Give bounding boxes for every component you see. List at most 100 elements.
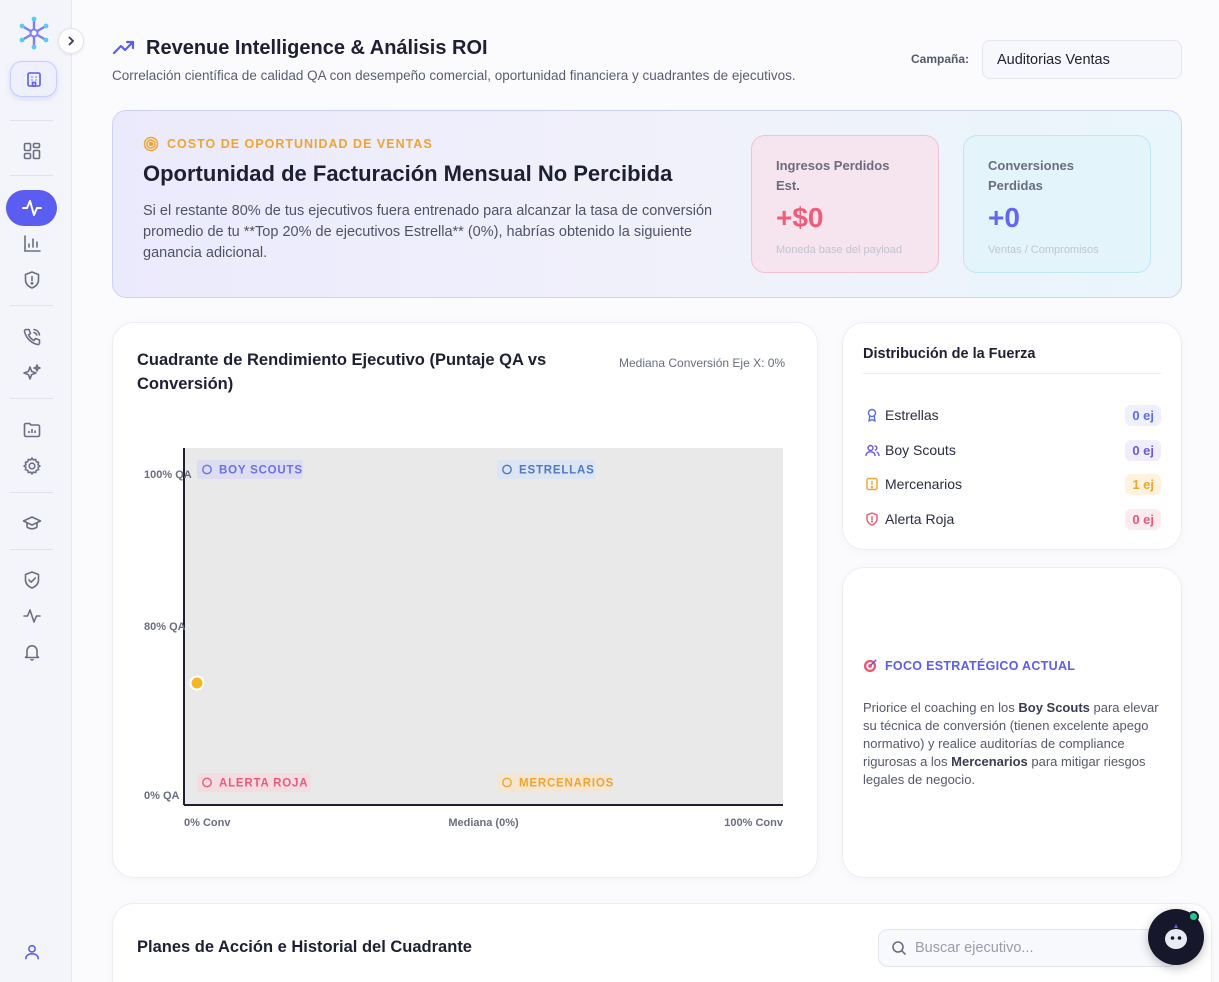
bar-chart-icon: [24, 235, 41, 252]
gear-icon: [23, 457, 41, 475]
focus-kicker-text: FOCO ESTRATÉGICO ACTUAL: [885, 658, 1076, 673]
online-status-dot: [1188, 911, 1199, 922]
distribution-row-mercenarios: Mercenarios 1 ej: [863, 472, 1161, 496]
quadrant-label: MERCENARIOS: [519, 778, 614, 790]
award-icon: [863, 406, 881, 424]
banner-text: Si el restante 80% de tus ejecutivos fue…: [143, 203, 713, 261]
distribution-card: Distribución de la Fuerza Estrellas 0 ej…: [842, 322, 1182, 550]
kpi-label: Conversiones Perdidas: [988, 158, 1074, 193]
distribution-row-alerta-roja: Alerta Roja 0 ej: [863, 507, 1161, 531]
plot-area: [184, 448, 783, 805]
distribution-title: Distribución de la Fuerza: [863, 346, 1036, 362]
building-icon: [26, 72, 41, 87]
banner-kicker: COSTO DE OPORTUNIDAD DE VENTAS: [143, 136, 433, 152]
page-header: Revenue Intelligence & Análisis ROI: [112, 36, 488, 60]
folder-chart-icon: [23, 422, 41, 438]
sidebar-divider: [10, 175, 53, 176]
sidebar-divider: [10, 305, 53, 306]
sidebar-item-folders[interactable]: [20, 418, 44, 442]
pulse-icon: [23, 609, 41, 623]
kpi-note: Ventas / Compromisos: [988, 244, 1099, 256]
sidebar-item-home[interactable]: [10, 61, 57, 97]
bell-icon: [24, 645, 40, 661]
activity-icon: [21, 200, 42, 216]
alert-icon: [863, 475, 881, 493]
page-title: Revenue Intelligence & Análisis ROI: [146, 36, 488, 59]
sidebar-item-training[interactable]: [20, 511, 44, 535]
sidebar-expand-button[interactable]: [58, 28, 84, 54]
campaign-select[interactable]: Auditorias Ventas: [982, 40, 1182, 79]
divider: [863, 373, 1161, 374]
trending-up-icon: [112, 40, 135, 55]
distribution-label: Estrellas: [885, 407, 939, 423]
sidebar-item-quality[interactable]: [20, 568, 44, 592]
distribution-label: Mercenarios: [885, 476, 963, 492]
count-badge: 1 ej: [1125, 473, 1161, 495]
x-tick-label: Mediana (0%): [448, 817, 519, 829]
search-input[interactable]: [915, 940, 1155, 956]
distribution-label: Alerta Roja: [885, 511, 955, 527]
target-icon: [143, 136, 159, 152]
kpi-lost-conversions: Conversiones Perdidas +0 Ventas / Compro…: [963, 135, 1151, 273]
campaign-label: Campaña:: [911, 52, 970, 66]
dart-target-icon: [863, 659, 877, 673]
sidebar-divider: [10, 549, 53, 550]
sidebar-divider: [10, 120, 53, 121]
quadrant-chart-card: Cuadrante de Rendimiento Ejecutivo (Punt…: [112, 322, 818, 878]
page-subtitle: Correlación científica de calidad QA con…: [112, 68, 796, 83]
focus-text-bold: Boy Scouts: [1018, 700, 1090, 715]
sidebar-item-profile[interactable]: [20, 940, 44, 964]
banner-title: Oportunidad de Facturación Mensual No Pe…: [143, 161, 673, 186]
count-badge: 0 ej: [1125, 404, 1161, 426]
y-tick-label: 80% QA: [144, 621, 186, 633]
x-tick-label: 100% Conv: [724, 817, 784, 829]
sidebar-item-ai-insights[interactable]: [20, 361, 44, 385]
sidebar-item-settings[interactable]: [20, 454, 44, 478]
sidebar-item-calls[interactable]: [20, 325, 44, 349]
quadrant-label: ALERTA ROJA: [219, 778, 308, 790]
opportunity-banner: COSTO DE OPORTUNIDAD DE VENTAS Oportunid…: [112, 110, 1182, 298]
shield-alert-icon: [863, 510, 881, 528]
count-badge: 0 ej: [1125, 508, 1161, 530]
quadrant-label: BOY SCOUTS: [219, 465, 303, 477]
sidebar: [0, 0, 72, 982]
snowflake-logo-icon: [19, 16, 49, 50]
kpi-value: +0: [988, 202, 1020, 233]
kpi-value: +$0: [776, 202, 824, 233]
ghost-bot-icon: [1165, 924, 1187, 949]
sidebar-divider: [10, 492, 53, 493]
chevron-right-icon: [68, 36, 75, 46]
focus-text-part: Priorice el coaching en los: [863, 700, 1019, 715]
quadrant-chart: 100% QA 80% QA 0% QA 0% Conv Mediana (0%) 100…: [144, 448, 784, 829]
x-tick-label: 0% Conv: [184, 817, 231, 829]
sidebar-item-revenue[interactable]: [6, 190, 57, 226]
search-box: [878, 929, 1178, 967]
sparkles-icon: [23, 364, 41, 380]
action-plans-title: Planes de Acción e Historial del Cuadran…: [137, 938, 472, 956]
sidebar-item-dashboard[interactable]: [20, 139, 44, 163]
distribution-label: Boy Scouts: [885, 442, 956, 458]
distribution-row-estrellas: Estrellas 0 ej: [863, 403, 1161, 427]
focus-kicker: FOCO ESTRATÉGICO ACTUAL: [863, 658, 1075, 673]
graduation-cap-icon: [22, 516, 42, 530]
y-tick-label: 0% QA: [144, 790, 180, 802]
action-plans-card: Planes de Acción e Historial del Cuadran…: [112, 903, 1212, 982]
sidebar-item-notifications[interactable]: [20, 640, 44, 664]
kpi-lost-revenue: Ingresos Perdidos Est. +$0 Moneda base d…: [751, 135, 939, 273]
users-icon: [863, 441, 881, 459]
shield-alert-icon: [24, 271, 40, 289]
assistant-bot-button[interactable]: [1148, 909, 1204, 965]
grid-icon: [23, 142, 41, 160]
shield-check-icon: [24, 571, 40, 589]
focus-text-bold: Mercenarios: [951, 754, 1028, 769]
kpi-label: Ingresos Perdidos Est.: [776, 158, 890, 193]
kpi-note: Moneda base del payload: [776, 244, 902, 256]
y-tick-label: 100% QA: [144, 469, 192, 481]
sidebar-item-compliance[interactable]: [20, 268, 44, 292]
data-point: [189, 675, 205, 691]
phone-call-icon: [23, 328, 41, 346]
strategic-focus-card: FOCO ESTRATÉGICO ACTUAL Priorice el coac…: [842, 567, 1182, 878]
focus-text: Priorice el coaching en los Boy Scouts p…: [863, 699, 1163, 789]
sidebar-item-reports[interactable]: [20, 232, 44, 256]
sidebar-item-monitor[interactable]: [20, 604, 44, 628]
